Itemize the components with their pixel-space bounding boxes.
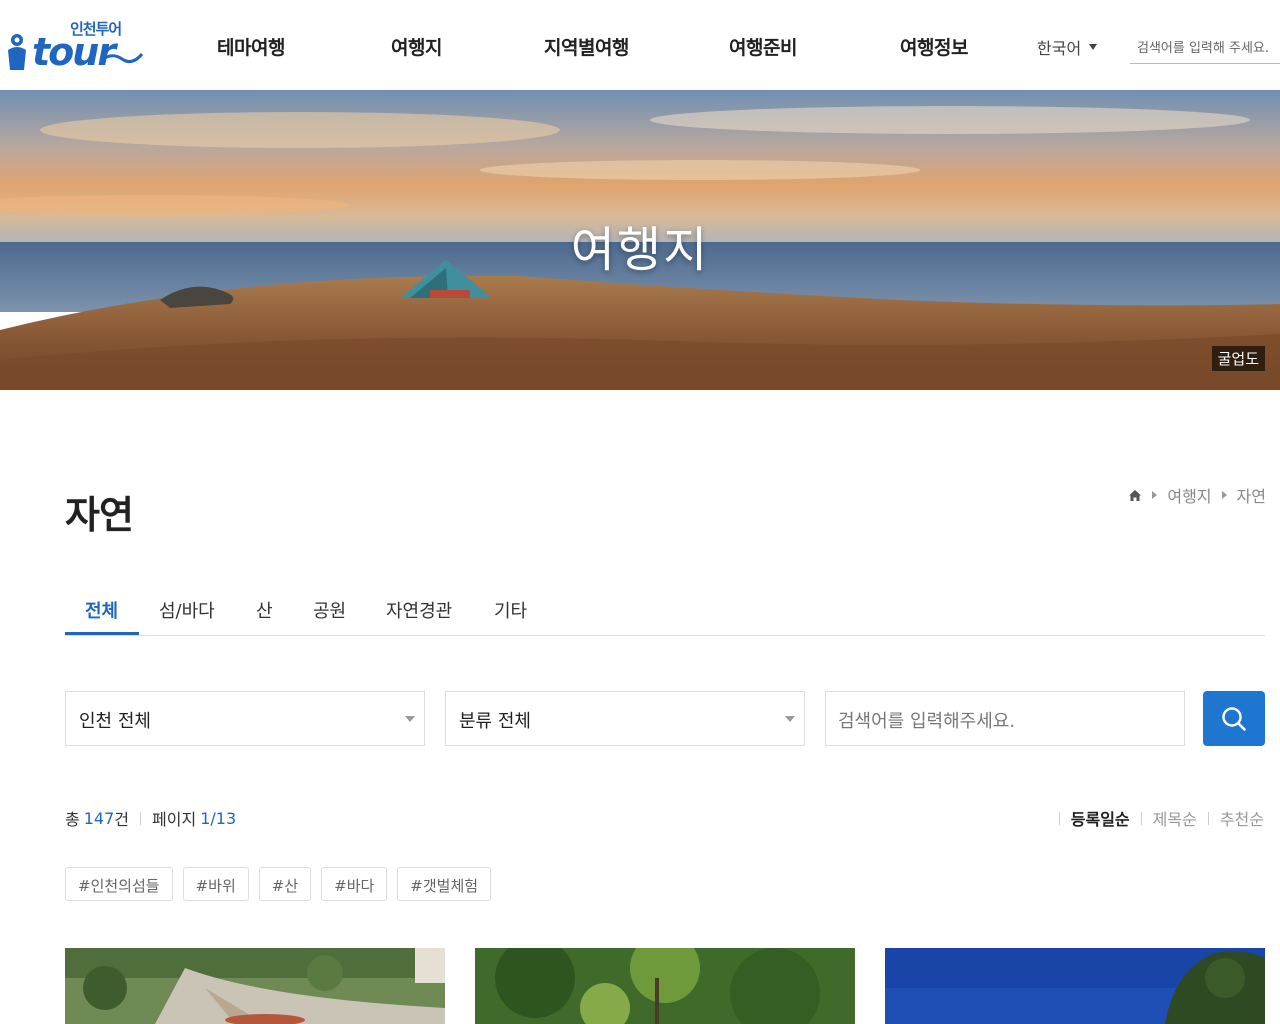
page-total: 13 [215, 808, 237, 828]
hashtag-rock[interactable]: #바위 [182, 867, 249, 901]
breadcrumb: 여행지 자연 [1128, 483, 1266, 507]
tab-island-sea[interactable]: 섬/바다 [159, 597, 215, 623]
total-suffix: 건 [114, 810, 130, 829]
language-label: 한국어 [1037, 39, 1082, 58]
place-card-image [885, 948, 1265, 1024]
chevron-down-icon [1089, 44, 1098, 50]
sort-by-date[interactable]: 등록일순 [1071, 806, 1130, 830]
place-card[interactable] [475, 948, 855, 1024]
hashtag-list: #인천의섬들 #바위 #산 #바다 #갯벌체험 [65, 867, 492, 901]
place-card[interactable] [885, 948, 1265, 1024]
divider [1140, 811, 1142, 825]
hero-photo-caption: 굴업도 [1211, 346, 1265, 371]
language-selector[interactable]: 한국어 [1037, 35, 1098, 59]
sort-by-recommend[interactable]: 추천순 [1220, 806, 1264, 830]
logo-i-mark-icon [8, 34, 26, 70]
page-label: 페이지 [152, 810, 197, 829]
search-icon [1222, 706, 1246, 731]
nav-theme-travel[interactable]: 테마여행 [217, 33, 285, 60]
region-select[interactable]: 인천 전체 [65, 691, 425, 746]
hashtag-islands[interactable]: #인천의섬들 [65, 867, 173, 901]
tab-park[interactable]: 공원 [313, 597, 346, 623]
page-current: 1 [200, 808, 211, 828]
hero-title: 여행지 [570, 222, 710, 278]
divider [1207, 811, 1209, 825]
breadcrumb-arrow-icon [1221, 491, 1227, 499]
nav-destinations[interactable]: 여행지 [391, 33, 442, 60]
site-logo[interactable]: 인천투어 tour [0, 14, 150, 76]
sort-by-title[interactable]: 제목순 [1153, 806, 1197, 830]
hashtag-sea[interactable]: #바다 [321, 867, 388, 901]
home-icon[interactable] [1128, 489, 1142, 502]
total-count: 147 [83, 808, 115, 828]
category-select[interactable]: 분류 전체 [445, 691, 805, 746]
nav-travel-prep[interactable]: 여행준비 [729, 33, 797, 60]
active-tab-indicator [65, 632, 139, 635]
divider [1058, 811, 1060, 825]
hero-banner: 여행지 굴업도 [0, 90, 1280, 390]
nav-travel-info[interactable]: 여행정보 [900, 33, 968, 60]
breadcrumb-arrow-icon [1152, 491, 1158, 499]
category-tabs: 전체 섬/바다 산 공원 자연경관 기타 [65, 580, 1265, 636]
result-summary: 총 147 건 페이지 1 / 13 [65, 806, 236, 830]
sort-options: 등록일순 제목순 추천순 [1048, 806, 1264, 830]
place-card[interactable] [65, 948, 445, 1024]
search-input[interactable]: 검색어를 입력해주세요. [825, 691, 1185, 746]
chevron-down-icon [785, 716, 795, 722]
place-card-image [475, 948, 855, 1024]
total-prefix: 총 [65, 810, 80, 829]
header-search-input[interactable]: 검색어를 입력해 주세요. [1130, 28, 1280, 64]
tab-other[interactable]: 기타 [494, 597, 527, 623]
breadcrumb-item-destinations[interactable]: 여행지 [1167, 483, 1211, 507]
tab-all[interactable]: 전체 [85, 597, 118, 623]
page-title: 자연 [65, 493, 134, 537]
hashtag-mudflat[interactable]: #갯벌체험 [397, 867, 492, 901]
tab-natural-scenery[interactable]: 자연경관 [386, 597, 452, 623]
breadcrumb-item-nature: 자연 [1236, 487, 1266, 506]
site-header: 인천투어 tour 테마여행 여행지 지역별여행 여행준비 여행정보 한국어 검… [0, 0, 1280, 90]
hashtag-mountain[interactable]: #산 [258, 867, 312, 901]
region-select-value: 인천 전체 [79, 711, 151, 732]
chevron-down-icon [405, 716, 415, 722]
tab-mountain[interactable]: 산 [256, 597, 273, 623]
nav-regional-travel[interactable]: 지역별여행 [544, 33, 629, 60]
category-select-value: 분류 전체 [459, 711, 531, 732]
place-card-image [65, 948, 445, 1024]
logo-wave-icon [101, 53, 144, 64]
divider [140, 811, 142, 825]
search-button[interactable] [1203, 691, 1265, 746]
